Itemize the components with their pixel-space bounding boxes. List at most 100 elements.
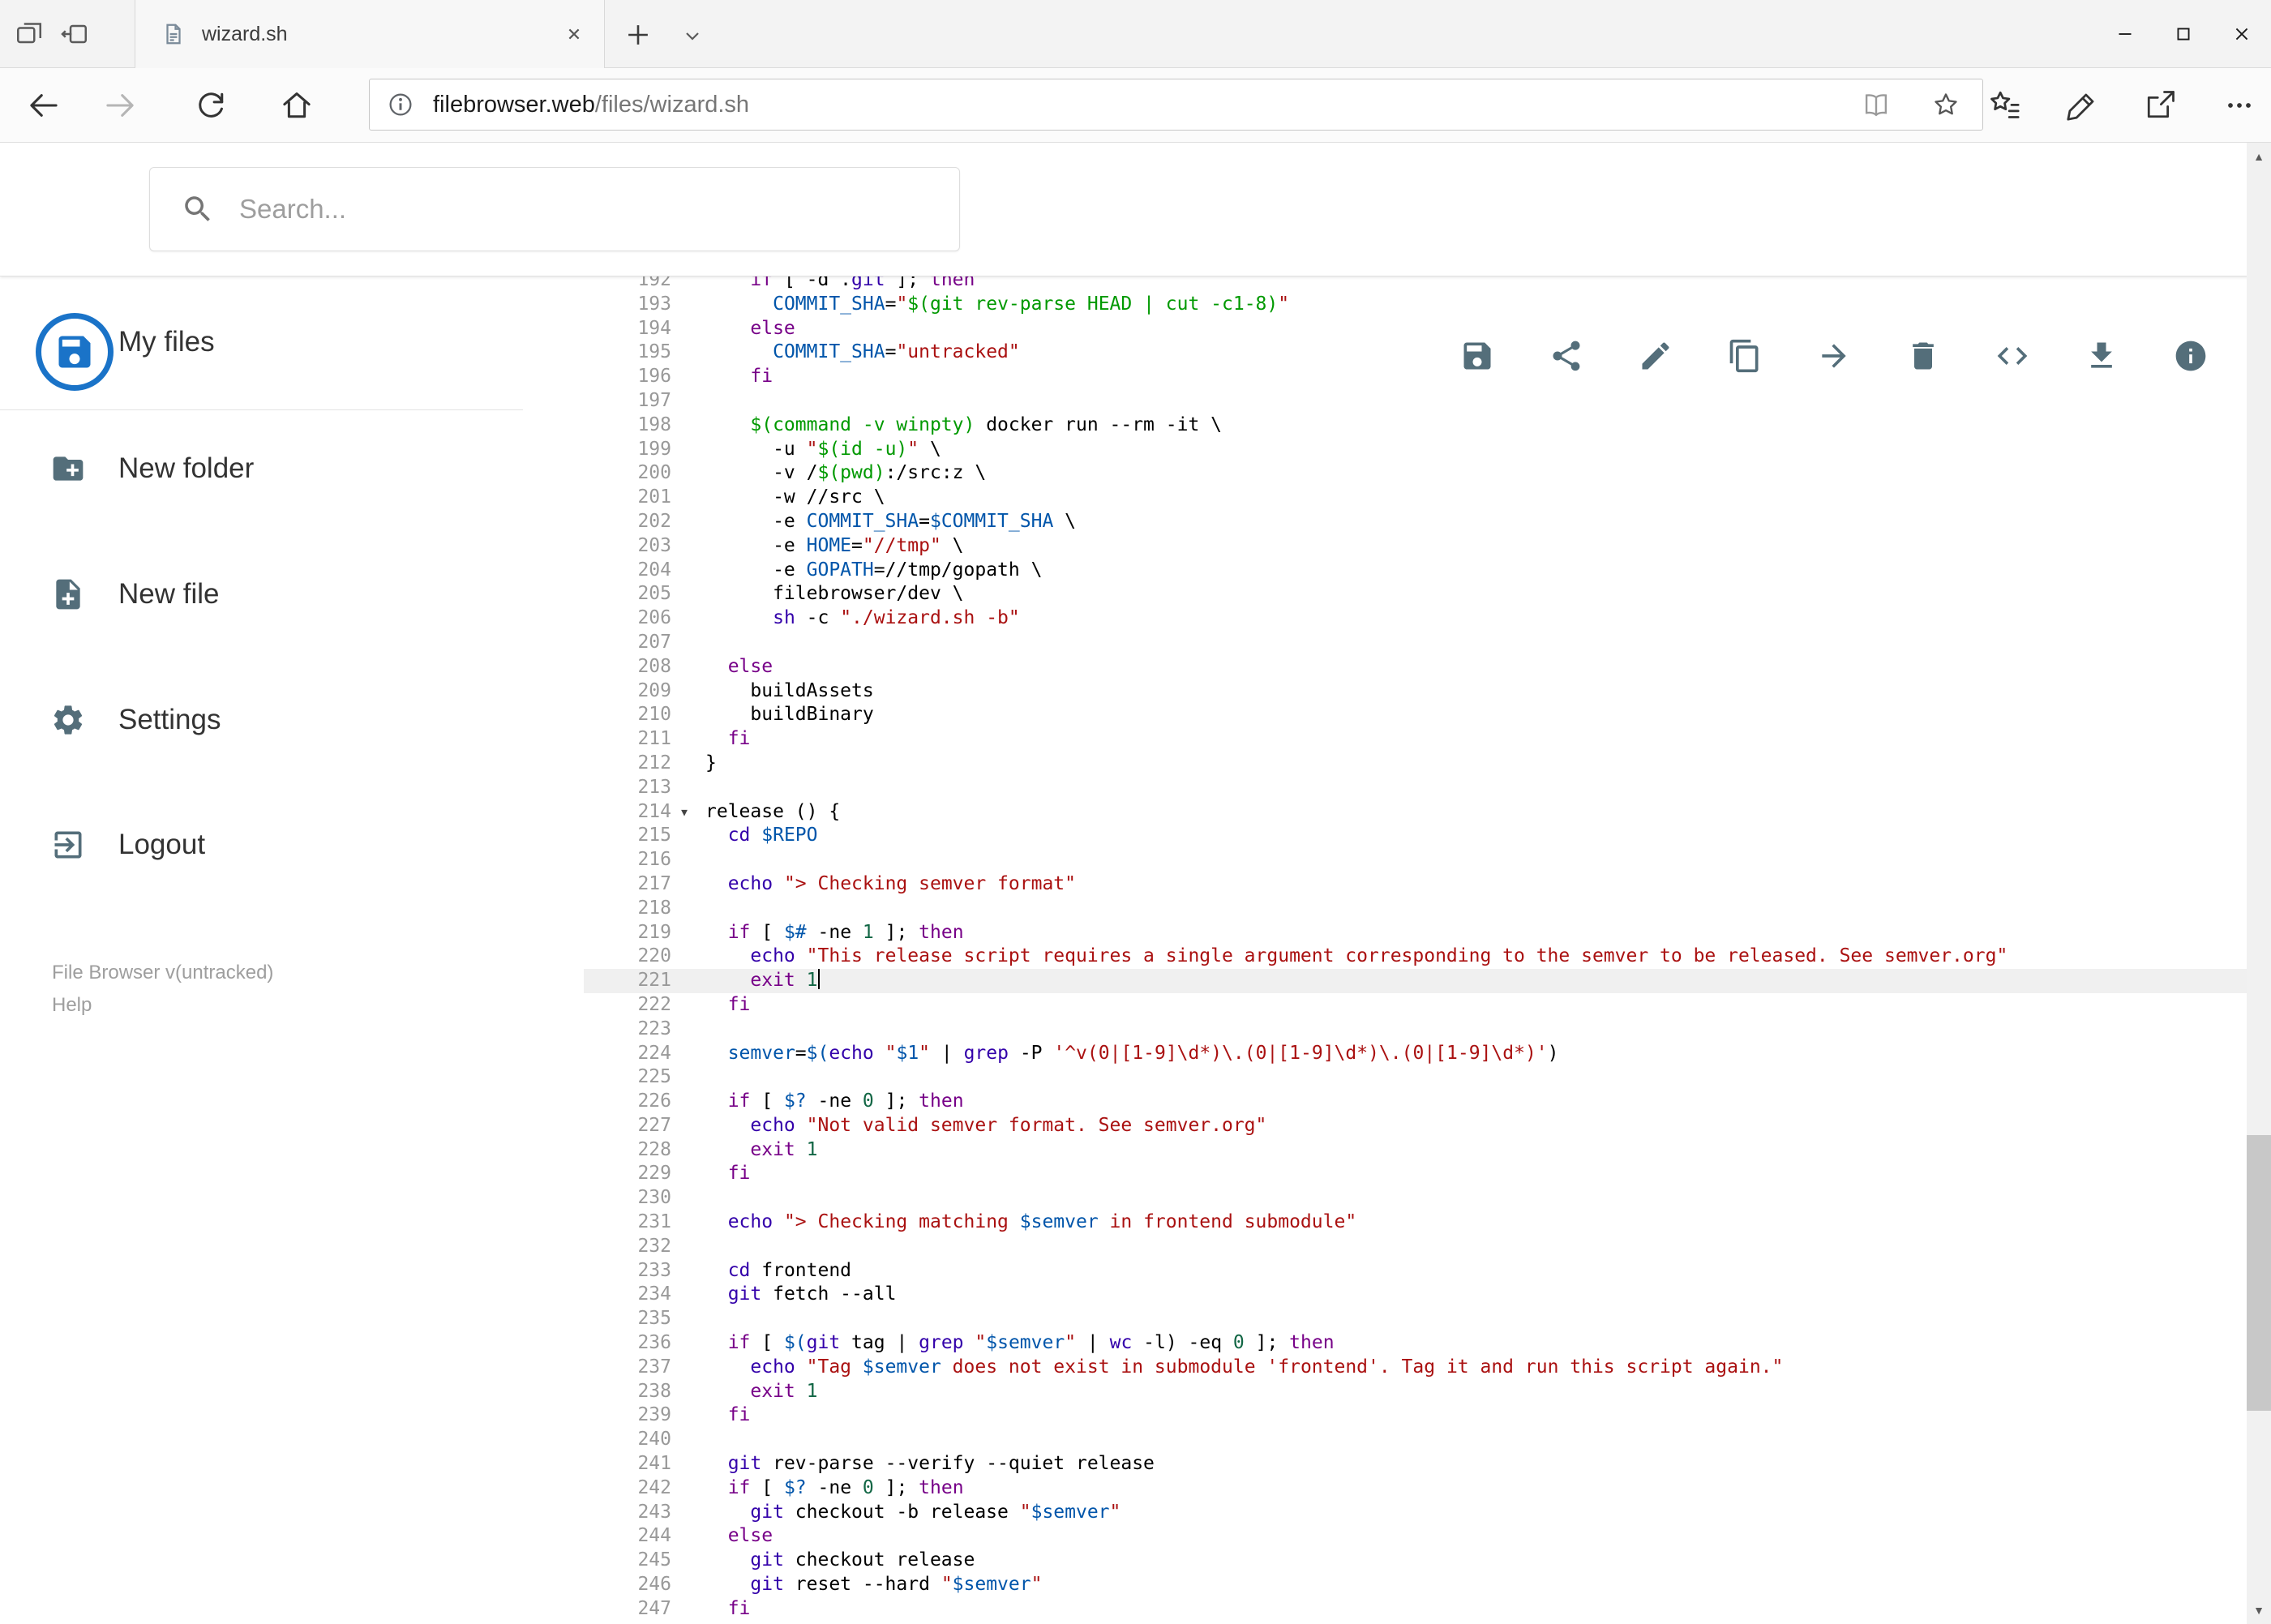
code-line-231[interactable]: 231 echo "> Checking matching $semver in… bbox=[584, 1211, 2247, 1235]
code-line-209[interactable]: 209 buildAssets bbox=[584, 679, 2247, 704]
code-line-207[interactable]: 207 bbox=[584, 631, 2247, 655]
code-line-200[interactable]: 200 -v /$(pwd):/src:z \ bbox=[584, 461, 2247, 486]
minimize-button[interactable] bbox=[2096, 0, 2154, 68]
code-text: fi bbox=[727, 1597, 751, 1619]
code-line-220[interactable]: 220 echo "This release script requires a… bbox=[584, 945, 2247, 969]
forward-button[interactable] bbox=[102, 88, 138, 123]
code-line-194[interactable]: 194 else bbox=[584, 317, 2247, 341]
code-line-199[interactable]: 199 -u "$(id -u)" \ bbox=[584, 438, 2247, 462]
sidebar-item-new-folder[interactable]: New folder bbox=[0, 431, 584, 507]
code-line-227[interactable]: 227 echo "Not valid semver format. See s… bbox=[584, 1114, 2247, 1138]
code-line-192[interactable]: 192 if [ -d .git ]; then bbox=[584, 276, 2247, 293]
code-line-208[interactable]: 208 else bbox=[584, 655, 2247, 679]
delete-button[interactable] bbox=[1905, 338, 1941, 374]
help-link[interactable]: Help bbox=[52, 989, 273, 1022]
sidebar-item-new-file[interactable]: New file bbox=[0, 556, 584, 632]
code-line-234[interactable]: 234 git fetch --all bbox=[584, 1283, 2247, 1307]
scroll-down-arrow[interactable]: ▼ bbox=[2247, 1596, 2271, 1624]
code-line-225[interactable]: 225 bbox=[584, 1065, 2247, 1090]
code-line-217[interactable]: 217 echo "> Checking semver format" bbox=[584, 872, 2247, 897]
code-line-213[interactable]: 213 bbox=[584, 776, 2247, 800]
code-line-239[interactable]: 239 fi bbox=[584, 1403, 2247, 1428]
share-button[interactable] bbox=[2142, 88, 2178, 123]
code-line-247[interactable]: 247 fi bbox=[584, 1597, 2247, 1622]
code-line-240[interactable]: 240 bbox=[584, 1428, 2247, 1452]
search-bar[interactable] bbox=[149, 167, 960, 251]
home-button[interactable] bbox=[279, 88, 315, 123]
refresh-button[interactable] bbox=[193, 88, 229, 123]
web-note-button[interactable] bbox=[2064, 88, 2100, 123]
code-line-243[interactable]: 243 git checkout -b release "$semver" bbox=[584, 1501, 2247, 1525]
page-info-icon[interactable] bbox=[386, 90, 415, 119]
code-line-232[interactable]: 232 bbox=[584, 1235, 2247, 1259]
code-line-198[interactable]: 198 $(command -v winpty) docker run --rm… bbox=[584, 413, 2247, 438]
code-line-246[interactable]: 246 git reset --hard "$semver" bbox=[584, 1573, 2247, 1597]
close-window-button[interactable] bbox=[2213, 0, 2271, 68]
share-file-button[interactable] bbox=[1549, 338, 1584, 374]
address-bar[interactable]: filebrowser.web/files/wizard.sh bbox=[369, 79, 1983, 131]
code-line-206[interactable]: 206 sh -c "./wizard.sh -b" bbox=[584, 606, 2247, 631]
move-button[interactable] bbox=[1816, 338, 1852, 374]
code-view-button[interactable] bbox=[1995, 338, 2030, 374]
code-line-215[interactable]: 215 cd $REPO bbox=[584, 824, 2247, 848]
code-line-236[interactable]: 236 if [ $(git tag | grep "$semver" | wc… bbox=[584, 1331, 2247, 1356]
more-options-button[interactable] bbox=[2222, 88, 2257, 123]
filebrowser-logo[interactable] bbox=[36, 313, 114, 391]
code-line-203[interactable]: 203 -e HOME="//tmp" \ bbox=[584, 534, 2247, 559]
code-line-245[interactable]: 245 git checkout release bbox=[584, 1549, 2247, 1573]
code-line-223[interactable]: 223 bbox=[584, 1018, 2247, 1042]
close-tab-button[interactable] bbox=[562, 22, 586, 46]
code-line-222[interactable]: 222 fi bbox=[584, 993, 2247, 1018]
code-line-210[interactable]: 210 buildBinary bbox=[584, 703, 2247, 727]
code-line-219[interactable]: 219 if [ $# -ne 1 ]; then bbox=[584, 921, 2247, 945]
code-line-230[interactable]: 230 bbox=[584, 1186, 2247, 1211]
code-line-233[interactable]: 233 cd frontend bbox=[584, 1259, 2247, 1283]
code-line-212[interactable]: 212} bbox=[584, 752, 2247, 776]
scroll-up-arrow[interactable]: ▲ bbox=[2247, 143, 2271, 170]
sidebar-item-settings[interactable]: Settings bbox=[0, 682, 584, 758]
code-line-224[interactable]: 224 semver=$(echo "$1" | grep -P '^v(0|[… bbox=[584, 1042, 2247, 1066]
reading-view-icon[interactable] bbox=[1861, 89, 1892, 120]
code-line-242[interactable]: 242 if [ $? -ne 0 ]; then bbox=[584, 1476, 2247, 1501]
code-line-201[interactable]: 201 -w //src \ bbox=[584, 486, 2247, 510]
download-button[interactable] bbox=[2084, 338, 2119, 374]
page-scrollbar[interactable]: ▲ ▼ bbox=[2247, 143, 2271, 1624]
code-line-211[interactable]: 211 fi bbox=[584, 727, 2247, 752]
info-button[interactable] bbox=[2173, 338, 2209, 374]
favorite-star-icon[interactable] bbox=[1930, 89, 1961, 120]
new-tab-button[interactable] bbox=[623, 19, 653, 50]
code-line-216[interactable]: 216 bbox=[584, 848, 2247, 872]
code-line-226[interactable]: 226 if [ $? -ne 0 ]; then bbox=[584, 1090, 2247, 1114]
code-line-205[interactable]: 205 filebrowser/dev \ bbox=[584, 582, 2247, 606]
maximize-button[interactable] bbox=[2154, 0, 2213, 68]
code-line-244[interactable]: 244 else bbox=[584, 1524, 2247, 1549]
fold-toggle-icon[interactable]: ▾ bbox=[671, 800, 697, 825]
code-line-214[interactable]: 214 ▾ release () { bbox=[584, 800, 2247, 825]
code-line-238[interactable]: 238 exit 1 bbox=[584, 1380, 2247, 1404]
code-line-197[interactable]: 197 bbox=[584, 389, 2247, 413]
save-button[interactable] bbox=[1459, 338, 1495, 374]
show-set-aside-tabs-button[interactable] bbox=[13, 18, 45, 50]
search-input[interactable] bbox=[239, 194, 959, 225]
scrollbar-thumb[interactable] bbox=[2247, 1135, 2271, 1411]
code-line-218[interactable]: 218 bbox=[584, 897, 2247, 921]
code-line-241[interactable]: 241 git rev-parse --verify --quiet relea… bbox=[584, 1452, 2247, 1476]
tab-preview-chevron-button[interactable] bbox=[679, 23, 705, 49]
code-line-237[interactable]: 237 echo "Tag $semver does not exist in … bbox=[584, 1356, 2247, 1380]
set-tabs-aside-button[interactable] bbox=[58, 18, 91, 50]
hub-button[interactable] bbox=[1986, 88, 2022, 123]
browser-tab[interactable]: wizard.sh bbox=[135, 0, 605, 68]
sidebar-item-logout[interactable]: Logout bbox=[0, 807, 584, 883]
back-button[interactable] bbox=[26, 88, 62, 123]
code-line-204[interactable]: 204 -e GOPATH=//tmp/gopath \ bbox=[584, 559, 2247, 583]
code-line-221[interactable]: 221 exit 1 bbox=[584, 969, 2247, 993]
fold-gutter bbox=[671, 1090, 697, 1114]
code-line-228[interactable]: 228 exit 1 bbox=[584, 1138, 2247, 1163]
code-line-229[interactable]: 229 fi bbox=[584, 1162, 2247, 1186]
code-line-235[interactable]: 235 bbox=[584, 1307, 2247, 1331]
rename-button[interactable] bbox=[1638, 338, 1673, 374]
code-line-193[interactable]: 193 COMMIT_SHA="$(git rev-parse HEAD | c… bbox=[584, 293, 2247, 317]
code-editor[interactable]: 192 if [ -d .git ]; then 193 COMMIT_SHA="… bbox=[584, 276, 2247, 1624]
code-line-202[interactable]: 202 -e COMMIT_SHA=$COMMIT_SHA \ bbox=[584, 510, 2247, 534]
copy-button[interactable] bbox=[1727, 338, 1763, 374]
